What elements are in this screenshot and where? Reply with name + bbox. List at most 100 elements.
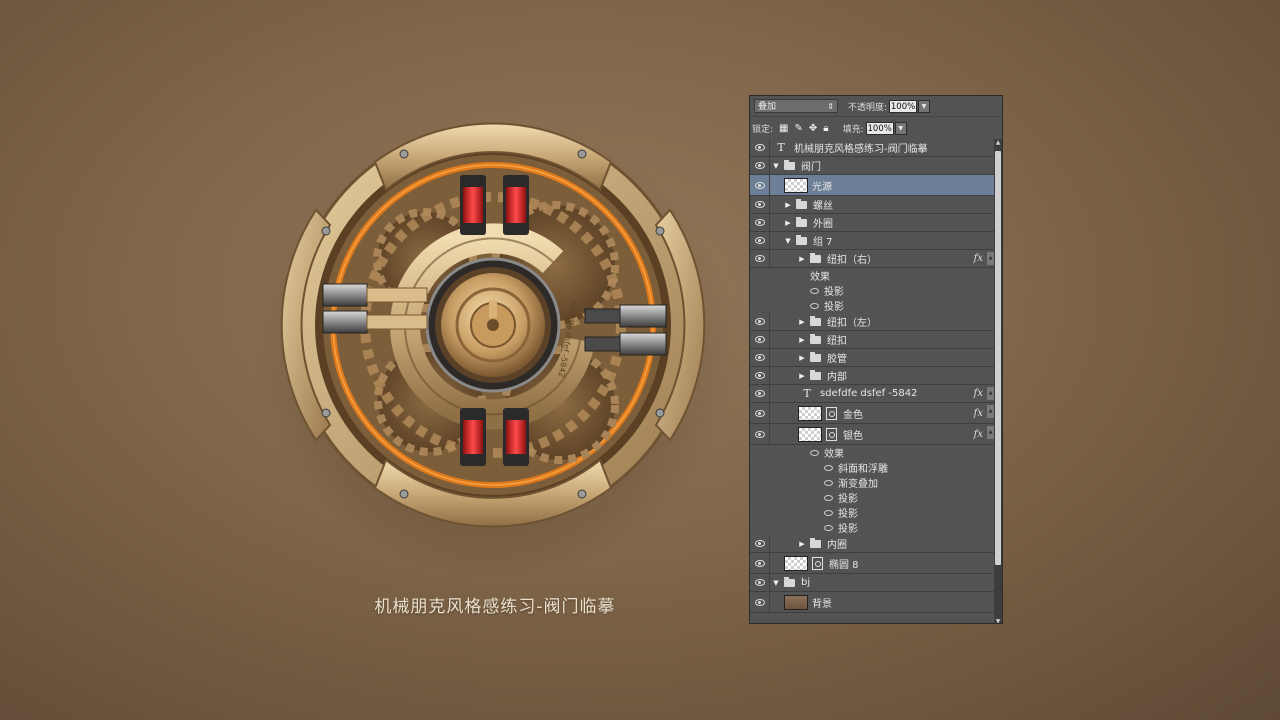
visibility-eye-icon[interactable] [750, 553, 770, 573]
fill-dropdown-button[interactable]: ▼ [894, 121, 907, 135]
lock-position-icon[interactable]: ✥ [809, 123, 817, 134]
visibility-eye-icon[interactable] [750, 331, 770, 348]
layer-row-silver[interactable]: 银色 fx ▲ [750, 424, 995, 445]
layer-row-grp7[interactable]: ▼ 组 7 [750, 232, 995, 250]
layer-name: 斜面和浮雕 [838, 464, 888, 475]
visibility-eye-icon[interactable] [750, 535, 770, 552]
expand-arrow-icon[interactable]: ▶ [784, 219, 792, 227]
effect-eye-icon[interactable] [824, 494, 833, 501]
expand-arrow-icon[interactable]: ▶ [798, 336, 806, 344]
visibility-eye-icon[interactable] [750, 250, 770, 267]
layer-row-hose[interactable]: ▶ 胶管 [750, 349, 995, 367]
visibility-eye-icon[interactable] [750, 385, 770, 402]
layer-row-light[interactable]: 光源 [750, 175, 995, 196]
layer-row-bg[interactable]: 背景 [750, 592, 995, 613]
lock-all-icon[interactable]: 🔒︎ [823, 123, 828, 134]
collapse-arrow-icon[interactable]: ▼ [772, 579, 780, 587]
layer-name: 背景 [812, 598, 832, 610]
visibility-eye-icon[interactable] [750, 574, 770, 591]
layer-name: 纽扣（右） [827, 255, 877, 266]
effect-eye-icon[interactable] [824, 524, 833, 531]
scroll-up-icon[interactable]: ▲ [994, 139, 1002, 146]
layer-row-text2[interactable]: Tsdefdfe dsfef -5842 fx ▲ [750, 385, 995, 403]
effect-eye-icon[interactable] [824, 464, 833, 471]
visibility-eye-icon[interactable] [750, 232, 770, 249]
layer-effects-fx-icon[interactable]: fx [974, 408, 983, 419]
layer-thumbnail[interactable] [784, 555, 808, 571]
layer-row-outer[interactable]: ▶ 外圈 [750, 214, 995, 232]
effects-toggle-icon[interactable]: ▲ [987, 252, 994, 265]
lock-paint-icon[interactable]: ✎ [795, 123, 803, 134]
layer-row-btn_r_eff[interactable]: 效果 [750, 268, 995, 283]
layer-name: sdefdfe dsfef -5842 [820, 388, 918, 399]
visibility-eye-icon[interactable] [750, 175, 770, 195]
layer-row-inner[interactable]: ▶ 内部 [750, 367, 995, 385]
layer-row-screw[interactable]: ▶ 螺丝 [750, 196, 995, 214]
expand-arrow-icon[interactable]: ▶ [784, 201, 792, 209]
opacity-dropdown-button[interactable]: ▼ [918, 99, 931, 113]
layer-name: 投影 [838, 509, 858, 520]
layer-row-ellipse8[interactable]: 椭圆 8 [750, 553, 995, 574]
effects-toggle-icon[interactable]: ▲ [987, 405, 994, 418]
layer-row-silver_e5[interactable]: 投影 [750, 520, 995, 535]
expand-arrow-icon[interactable]: ▶ [798, 354, 806, 362]
vector-mask-icon[interactable] [826, 427, 837, 441]
layer-row-silver_e1[interactable]: 斜面和浮雕 [750, 460, 995, 475]
layer-row-btn_l[interactable]: ▶ 纽扣（左） [750, 313, 995, 331]
scrollbar-thumb[interactable] [995, 151, 1001, 565]
layer-row-silver_e4[interactable]: 投影 [750, 505, 995, 520]
visibility-eye-icon[interactable] [750, 367, 770, 384]
layer-row-bj[interactable]: ▼ bj [750, 574, 995, 592]
fill-input[interactable]: 100% [865, 121, 894, 135]
collapse-arrow-icon[interactable]: ▼ [772, 162, 780, 170]
vector-mask-icon[interactable] [812, 556, 823, 570]
visibility-eye-icon[interactable] [750, 214, 770, 231]
layer-row-btn_r[interactable]: ▶ 纽扣（右） fx ▲ [750, 250, 995, 268]
visibility-eye-icon[interactable] [750, 349, 770, 366]
effect-eye-icon[interactable] [824, 509, 833, 516]
effect-eye-icon[interactable] [824, 479, 833, 486]
layer-row-silver_eff[interactable]: 效果 [750, 445, 995, 460]
effects-toggle-icon[interactable]: ▲ [987, 387, 994, 400]
layer-row-btn[interactable]: ▶ 纽扣 [750, 331, 995, 349]
visibility-eye-icon[interactable] [750, 157, 770, 174]
layer-thumbnail[interactable] [798, 426, 822, 442]
vector-mask-icon[interactable] [826, 406, 837, 420]
layer-row-silver_e3[interactable]: 投影 [750, 490, 995, 505]
layer-effects-fx-icon[interactable]: fx [974, 388, 983, 399]
layer-effects-fx-icon[interactable]: fx [974, 429, 983, 440]
layer-row-btn_r_e2[interactable]: 投影 [750, 298, 995, 313]
blend-mode-select[interactable]: 叠加 ⇕ [754, 99, 838, 113]
layer-name: 投影 [838, 494, 858, 505]
layer-thumbnail[interactable] [798, 405, 822, 421]
layer-thumbnail[interactable] [784, 594, 808, 610]
layer-effects-fx-icon[interactable]: fx [974, 253, 983, 264]
expand-arrow-icon[interactable]: ▶ [798, 318, 806, 326]
effect-eye-icon[interactable] [810, 287, 819, 294]
effect-eye-icon[interactable] [810, 302, 819, 309]
layer-row-grp_valve[interactable]: ▼ 阀门 [750, 157, 995, 175]
visibility-eye-icon[interactable] [750, 313, 770, 330]
layer-row-silver_e2[interactable]: 渐变叠加 [750, 475, 995, 490]
layer-row-btn_r_e1[interactable]: 投影 [750, 283, 995, 298]
collapse-arrow-icon[interactable]: ▼ [784, 237, 792, 245]
layer-row-gold[interactable]: 金色 fx ▲ [750, 403, 995, 424]
layer-thumbnail[interactable] [784, 177, 808, 193]
visibility-eye-icon[interactable] [750, 592, 770, 612]
effects-toggle-icon[interactable]: ▲ [987, 426, 994, 439]
layers-scrollbar[interactable]: ▲ ▼ [994, 139, 1002, 623]
layer-row-text1[interactable]: T 机械朋克风格感练习-阀门临摹 [750, 139, 995, 157]
expand-arrow-icon[interactable]: ▶ [798, 540, 806, 548]
layer-row-innerring[interactable]: ▶ 内圈 [750, 535, 995, 553]
visibility-eye-icon[interactable] [750, 139, 770, 156]
layer-name: 银色 [843, 430, 863, 442]
visibility-eye-icon[interactable] [750, 403, 770, 423]
effect-eye-icon[interactable] [810, 449, 819, 456]
opacity-input[interactable]: 100% [889, 99, 918, 113]
lock-transparent-icon[interactable]: ▦ [779, 123, 788, 134]
visibility-eye-icon[interactable] [750, 424, 770, 444]
expand-arrow-icon[interactable]: ▶ [798, 372, 806, 380]
visibility-eye-icon[interactable] [750, 196, 770, 213]
expand-arrow-icon[interactable]: ▶ [798, 255, 806, 263]
scroll-down-icon[interactable]: ▼ [994, 618, 1002, 623]
